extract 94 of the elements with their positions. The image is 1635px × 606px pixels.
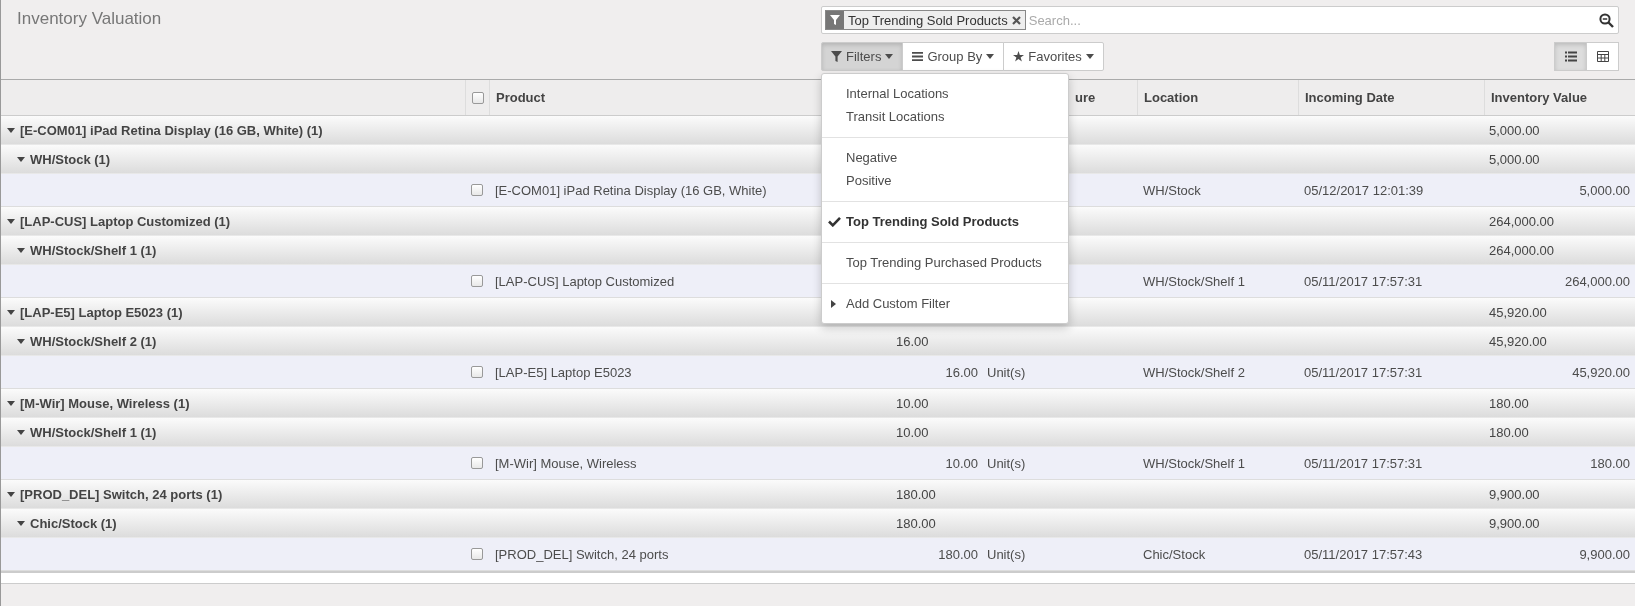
- check-icon: [828, 216, 841, 227]
- group-row[interactable]: WH/Stock/Shelf 1 (1) 10.00 180.00: [1, 418, 1635, 447]
- group-label: [LAP-CUS] Laptop Customized (1): [20, 213, 231, 229]
- view-button[interactable]: [1586, 42, 1619, 71]
- table-cell: Chic/Stock: [1143, 546, 1206, 562]
- filter-icon: [830, 15, 840, 25]
- caret-icon: [986, 54, 995, 59]
- table-cell: WH/Stock/Shelf 2: [1143, 364, 1245, 380]
- group-value: 9,900.00: [1489, 515, 1540, 531]
- table-cell: [M-Wir] Mouse, Wireless: [495, 455, 637, 471]
- caret-icon: [1085, 54, 1094, 59]
- caret-icon: [831, 299, 836, 308]
- group-quantity: 16.00: [896, 333, 929, 349]
- group-label: WH/Stock/Shelf 2 (1): [30, 333, 157, 349]
- table-cell: 16.00: [945, 364, 978, 380]
- table-cell: [LAP-E5] Laptop E5023: [495, 364, 632, 380]
- star-menu-button[interactable]: Favorites: [1003, 42, 1104, 71]
- table-cell: 05/11/2017 17:57:43: [1304, 546, 1423, 562]
- group-value: 264,000.00: [1489, 213, 1555, 229]
- group-label: Chic/Stock (1): [30, 515, 117, 531]
- group-quantity: 180.00: [896, 486, 936, 502]
- group-row[interactable]: [M-Wir] Mouse, Wireless (1) 10.00 180.00: [1, 389, 1635, 418]
- group-value: 180.00: [1489, 395, 1529, 411]
- column-header[interactable]: ure: [1075, 90, 1096, 105]
- checkbox[interactable]: [471, 548, 483, 560]
- group-label: WH/Stock (1): [30, 151, 111, 167]
- column-header[interactable]: Product: [496, 90, 546, 105]
- table-cell: 05/11/2017 17:57:31: [1304, 455, 1423, 471]
- group-quantity: 180.00: [896, 515, 936, 531]
- group-value: 45,920.00: [1489, 333, 1547, 349]
- group-value: 180.00: [1489, 424, 1529, 440]
- search-field[interactable]: Top Trending Sold Products Search...: [821, 6, 1619, 34]
- table-row[interactable]: [LAP-E5] Laptop E5023 16.00 Unit(s) WH/Stock/Shelf 2 05/11/2017 17:57:31 45,920.00: [1, 356, 1635, 389]
- star-icon: [1013, 51, 1025, 62]
- table-cell: 180.00: [1590, 455, 1630, 471]
- group-row[interactable]: WH/Stock/Shelf 2 (1) 16.00 45,920.00: [1, 327, 1635, 356]
- group-value: 9,900.00: [1489, 486, 1540, 502]
- table-cell: Unit(s): [987, 455, 1026, 471]
- table-cell: Unit(s): [987, 364, 1026, 380]
- table-cell: 264,000.00: [1564, 273, 1630, 289]
- bars-icon: [912, 51, 924, 62]
- checkbox[interactable]: [471, 366, 483, 378]
- menu-item[interactable]: Top Trending Sold Products: [822, 210, 1068, 233]
- group-value: 45,920.00: [1489, 304, 1547, 320]
- table-cell: Unit(s): [987, 546, 1026, 562]
- group-value: 5,000.00: [1489, 151, 1540, 167]
- group-label: WH/Stock/Shelf 1 (1): [30, 242, 157, 258]
- filter-facet[interactable]: Top Trending Sold Products: [825, 10, 1026, 30]
- table-row[interactable]: [PROD_DEL] Switch, 24 ports 180.00 Unit(s) Chic/Stock 05/11/2017 17:57:43 9,900.00: [1, 538, 1635, 571]
- table-cell: 05/11/2017 17:57:31: [1304, 273, 1423, 289]
- group-label: [PROD_DEL] Switch, 24 ports (1): [20, 486, 223, 502]
- page-title: Inventory Valuation: [17, 9, 162, 29]
- table-cell: WH/Stock/Shelf 1: [1143, 273, 1245, 289]
- table-row[interactable]: [M-Wir] Mouse, Wireless 10.00 Unit(s) WH/Stock/Shelf 1 05/11/2017 17:57:31 180.00: [1, 447, 1635, 480]
- table-cell: 5,000.00: [1579, 182, 1630, 198]
- caret-icon: [885, 54, 894, 59]
- checkbox[interactable]: [471, 91, 484, 104]
- table-cell: 10.00: [945, 455, 978, 471]
- list-icon: [1564, 51, 1577, 62]
- group-quantity: 10.00: [896, 424, 929, 440]
- table-cell: 05/12/2017 12:01:39: [1304, 182, 1424, 198]
- table-cell: 180.00: [938, 546, 978, 562]
- group-row[interactable]: Chic/Stock (1) 180.00 9,900.00: [1, 509, 1635, 538]
- group-row[interactable]: [PROD_DEL] Switch, 24 ports (1) 180.00 9,900.00: [1, 480, 1635, 509]
- checkbox[interactable]: [471, 275, 483, 287]
- column-header[interactable]: Location: [1144, 90, 1199, 105]
- table-cell: [PROD_DEL] Switch, 24 ports: [495, 546, 669, 562]
- filter-icon: [831, 51, 842, 62]
- checkbox[interactable]: [471, 457, 483, 469]
- view-button[interactable]: [1554, 42, 1587, 71]
- group-label: [M-Wir] Mouse, Wireless (1): [20, 395, 190, 411]
- table-cell: 05/11/2017 17:57:31: [1304, 364, 1423, 380]
- column-header[interactable]: Incoming Date: [1305, 90, 1395, 105]
- group-label: WH/Stock/Shelf 1 (1): [30, 424, 157, 440]
- search-icon[interactable]: [1599, 12, 1614, 28]
- group-value: 264,000.00: [1489, 242, 1555, 258]
- group-quantity: 10.00: [896, 395, 929, 411]
- menu-item[interactable]: Internal Locations: [822, 82, 1068, 105]
- table-cell: 9,900.00: [1579, 546, 1630, 562]
- table-cell: WH/Stock: [1143, 182, 1201, 198]
- filter-menu-button[interactable]: Filters: [821, 42, 904, 71]
- table-cell: [E-COM01] iPad Retina Display (16 GB, White): [495, 182, 767, 198]
- table-cell: 45,920.00: [1572, 364, 1630, 380]
- close-icon[interactable]: [1011, 15, 1021, 25]
- table-cell: WH/Stock/Shelf 1: [1143, 455, 1245, 471]
- column-header[interactable]: Inventory Value: [1491, 90, 1588, 105]
- group-menu-button[interactable]: Group By: [902, 42, 1005, 71]
- table-icon: [1596, 51, 1609, 62]
- group-label: [LAP-E5] Laptop E5023 (1): [20, 304, 183, 320]
- table-cell: [LAP-CUS] Laptop Customized: [495, 273, 675, 289]
- menu-item[interactable]: Negative: [822, 146, 1068, 169]
- checkbox[interactable]: [471, 184, 483, 196]
- group-value: 5,000.00: [1489, 122, 1540, 138]
- group-label: [E-COM01] iPad Retina Display (16 GB, White) (1): [20, 122, 323, 138]
